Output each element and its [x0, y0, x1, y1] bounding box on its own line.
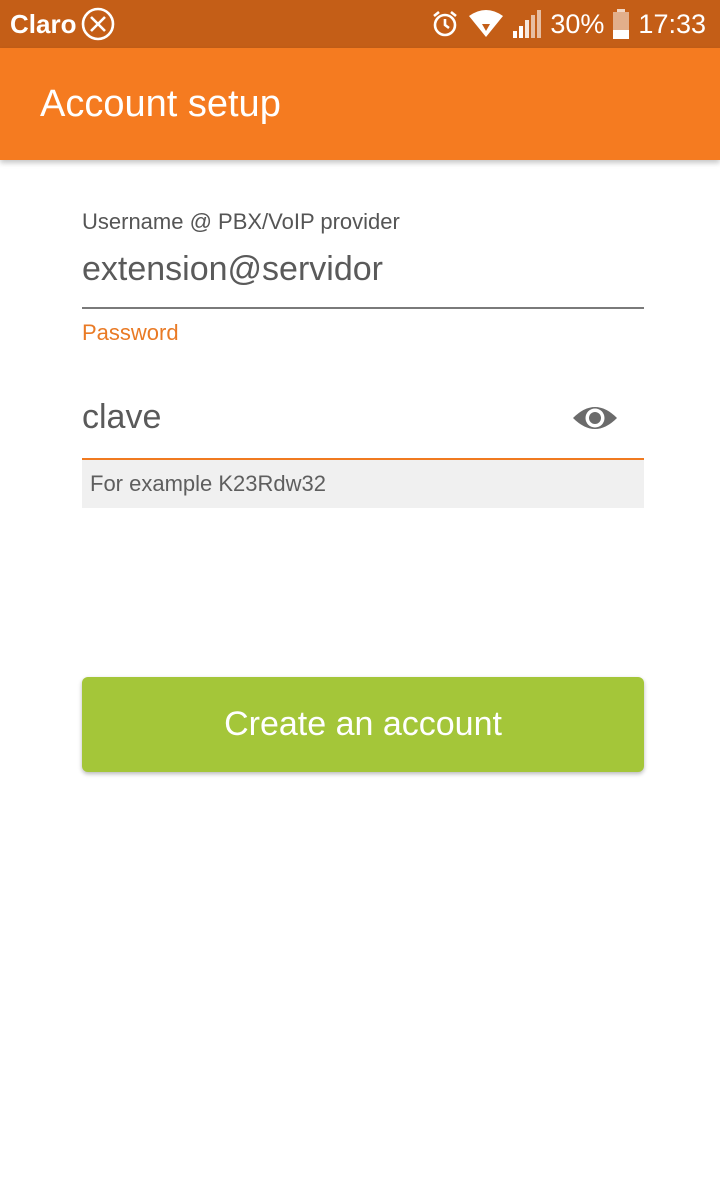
password-helper-text: For example K23Rdw32 [82, 460, 644, 508]
wifi-icon [469, 10, 504, 37]
page-title: Account setup [40, 83, 281, 125]
alarm-icon [433, 10, 458, 37]
create-account-button[interactable]: Create an account [82, 677, 644, 772]
signal-icon [513, 10, 542, 38]
password-input[interactable]: clave [82, 397, 161, 437]
battery-icon [613, 9, 630, 39]
carrier-name: Claro [10, 9, 77, 39]
username-input[interactable]: extension@servidor [82, 249, 644, 309]
username-field[interactable]: Username @ PBX/VoIP provider extension@s… [82, 209, 644, 309]
status-bar: Claro 30% 17:33 [0, 0, 720, 48]
no-sim-icon [81, 7, 115, 41]
battery-percent: 30% [550, 9, 605, 39]
password-label: Password [82, 320, 179, 345]
status-icons: 30% 17:33 [430, 8, 706, 40]
clock: 17:33 [638, 9, 706, 39]
app-bar: Account setup [0, 48, 720, 160]
eye-icon[interactable] [572, 402, 618, 434]
username-label: Username @ PBX/VoIP provider [82, 209, 400, 234]
password-field[interactable]: Password clave For example K23Rdw32 [82, 320, 644, 508]
password-input-row[interactable]: clave [82, 370, 644, 460]
